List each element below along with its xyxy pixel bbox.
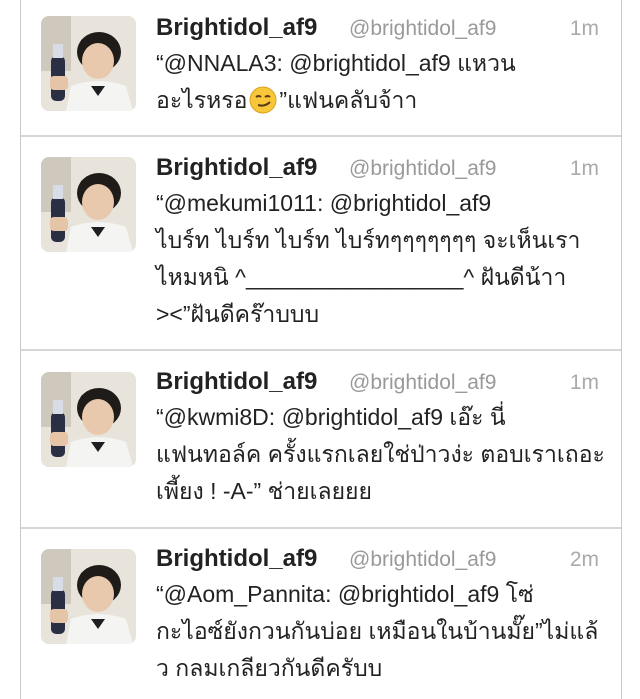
display-name[interactable]: Brightidol_af9 [156, 545, 317, 573]
tweet-text: “@NNALA3: @brightidol_af9 แหวน อะไรหรอ ”แ… [156, 45, 606, 125]
tweet-line: กะไอซ์ยังกวนกันบ่อย เหมือนในบ้านมั๊ย”ไม่… [156, 618, 599, 644]
timestamp: 1m [569, 17, 599, 40]
tweet[interactable]: Brightidol_af9 @brightidol_af9 1m “@NNAL… [21, 0, 621, 137]
tweet-line: อะไรหรอ ”แฟนคลับจ้าา [156, 82, 606, 125]
tweet-text: “@kwmi8D: @brightidol_af9 เอ๊ะ นี่ แฟนทอ… [156, 399, 606, 510]
tweet-line-part: ”แฟนคลับจ้าา [279, 87, 418, 113]
tweet-line: เพี้ยง ! -A-” ช่ายเลยยย [156, 478, 372, 504]
tweet[interactable]: Brightidol_af9 @brightidol_af9 1m “@kwmi… [21, 351, 621, 529]
tweet[interactable]: Brightidol_af9 @brightidol_af9 1m “@meku… [21, 137, 621, 351]
tweet-text: “@mekumi1011: @brightidol_af9 ไบร์ท ไบร์… [156, 185, 606, 333]
timestamp: 1m [569, 371, 599, 394]
username[interactable]: @brightidol_af9 [349, 157, 496, 181]
tweet-line: แฟนทอล์ค ครั้งแรกเลยใช่ป่าวง่ะ ตอบเราเถอ… [156, 441, 605, 467]
display-name[interactable]: Brightidol_af9 [156, 14, 317, 42]
smirking-face-icon [249, 86, 277, 125]
tweet[interactable]: Brightidol_af9 @brightidol_af9 2m “@Aom_… [21, 529, 621, 699]
tweet-line: “@Aom_Pannita: @brightidol_af9 โซ่ [156, 581, 534, 607]
tweet-timeline: Brightidol_af9 @brightidol_af9 1m “@NNAL… [20, 0, 622, 699]
avatar[interactable] [41, 372, 136, 467]
tweet-line: “@kwmi8D: @brightidol_af9 เอ๊ะ นี่ [156, 404, 506, 430]
avatar[interactable] [41, 16, 136, 111]
username[interactable]: @brightidol_af9 [349, 548, 496, 572]
timestamp: 2m [569, 548, 599, 571]
avatar[interactable] [41, 157, 136, 252]
display-name[interactable]: Brightidol_af9 [156, 154, 317, 182]
tweet-line: ไหมหนิ ^_________________^ ฝันดีน้าา [156, 264, 567, 290]
tweet-text: “@Aom_Pannita: @brightidol_af9 โซ่ กะไอซ… [156, 576, 606, 687]
tweet-line: “@NNALA3: @brightidol_af9 แหวน [156, 50, 516, 76]
tweet-line: ><”ฝันดีคร๊าบบบ [156, 301, 320, 327]
tweet-line: ไบร์ท ไบร์ท ไบร์ท ไบร์ทๆๆๆๆๆๆๆ จะเห็นเรา [156, 227, 581, 253]
tweet-line: “@mekumi1011: @brightidol_af9 [156, 190, 492, 216]
avatar[interactable] [41, 549, 136, 644]
timestamp: 1m [569, 157, 599, 180]
username[interactable]: @brightidol_af9 [349, 371, 496, 395]
username[interactable]: @brightidol_af9 [349, 17, 496, 41]
display-name[interactable]: Brightidol_af9 [156, 368, 317, 396]
tweet-line: ว กลมเกลียวกันดีครับบ [156, 655, 383, 681]
tweet-line-part: อะไรหรอ [156, 87, 248, 113]
